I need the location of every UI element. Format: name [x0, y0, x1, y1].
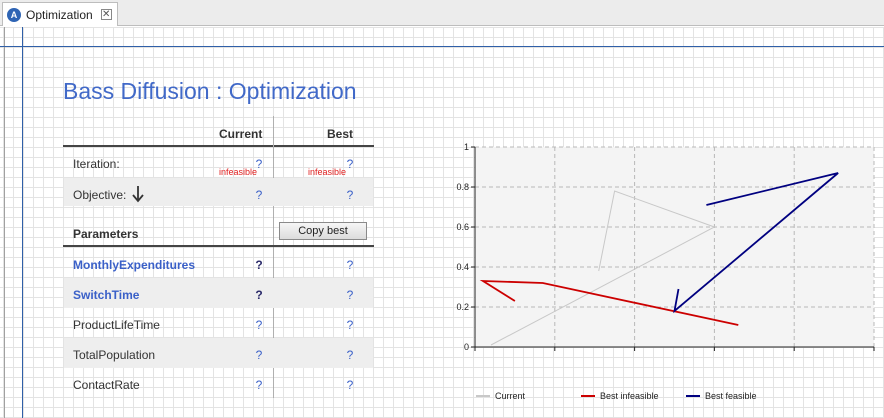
- x-tick-label: 1: [871, 353, 876, 354]
- y-tick-label: 0: [464, 342, 469, 352]
- copy-best-button[interactable]: Copy best: [279, 222, 367, 240]
- parameter-current-value: ?: [255, 348, 263, 362]
- x-tick-label: 0.6: [708, 353, 721, 354]
- legend-swatch: [581, 395, 595, 397]
- parameters-divider: [63, 245, 374, 247]
- legend-swatch: [686, 395, 700, 397]
- y-tick-label: 0.6: [456, 222, 469, 232]
- plot-area: [475, 147, 874, 347]
- arrow-down-icon: [132, 186, 144, 203]
- parameters-header: Parameters: [73, 227, 139, 241]
- x-tick-label: 0.8: [788, 353, 801, 354]
- parameter-current-value: ?: [255, 318, 263, 332]
- parameter-monthly-expenditures: MonthlyExpenditures: [73, 258, 196, 272]
- parameter-current-value: ?: [255, 378, 263, 392]
- legend-label: Current: [495, 391, 526, 401]
- y-tick-label: 0.4: [456, 262, 469, 272]
- tab-bar: A Optimization ✕: [0, 0, 884, 26]
- frame-guide-horizontal: [0, 46, 884, 47]
- x-tick-label: 0: [472, 353, 477, 354]
- y-tick-label: 0.2: [456, 302, 469, 312]
- column-header-current: Current: [219, 127, 263, 141]
- parameter-switch-time: SwitchTime: [73, 288, 140, 302]
- parameter-product-life-time: ProductLifeTime: [73, 318, 160, 332]
- objective-best-value: ?: [346, 188, 354, 202]
- iteration-current-status: infeasible: [219, 167, 258, 177]
- legend-label: Best infeasible: [600, 391, 659, 401]
- legend-item-best-infeasible: Best infeasible: [581, 391, 659, 401]
- parameter-total-population: TotalPopulation: [73, 348, 156, 362]
- column-header-best: Best: [327, 127, 354, 141]
- editor-margin-line: [4, 27, 5, 418]
- x-tick-label: 0.2: [549, 353, 562, 354]
- legend-swatch: [476, 395, 490, 397]
- x-tick-label: 0.4: [628, 353, 641, 354]
- page-title: Bass Diffusion : Optimization: [63, 78, 357, 104]
- objective-current-value: ?: [255, 188, 263, 202]
- parameter-best-value: ?: [346, 378, 354, 392]
- parameter-current-value: ?: [255, 288, 263, 302]
- iteration-label: Iteration:: [73, 157, 120, 171]
- legend-item-best-feasible: Best feasible: [686, 391, 757, 401]
- objective-label: Objective:: [73, 188, 127, 202]
- optimization-window: A Optimization ✕ Bass Diffusion : Optimi…: [0, 0, 884, 418]
- iteration-best-status: infeasible: [308, 167, 347, 177]
- close-icon[interactable]: ✕: [100, 9, 112, 20]
- y-tick-label: 1: [464, 142, 469, 152]
- parameter-best-value: ?: [346, 258, 354, 272]
- parameter-current-value: ?: [255, 258, 263, 272]
- tab-optimization[interactable]: A Optimization ✕: [2, 2, 118, 26]
- optimization-chart: 0 0.2 0.4 0.6 0.8 1 0 0.2 0.4 0.6 0.8 1: [456, 142, 876, 354]
- parameter-best-value: ?: [346, 348, 354, 362]
- parameter-best-value: ?: [346, 318, 354, 332]
- parameter-best-value: ?: [346, 288, 354, 302]
- parameter-contact-rate: ContactRate: [73, 378, 140, 392]
- table-header-divider: [63, 145, 374, 147]
- anylogic-icon: A: [7, 7, 21, 22]
- legend-label: Best feasible: [705, 391, 757, 401]
- frame-guide-vertical: [22, 27, 23, 418]
- y-tick-label: 0.8: [456, 182, 469, 192]
- legend-item-current: Current: [476, 391, 525, 401]
- tab-label: Optimization: [26, 7, 93, 22]
